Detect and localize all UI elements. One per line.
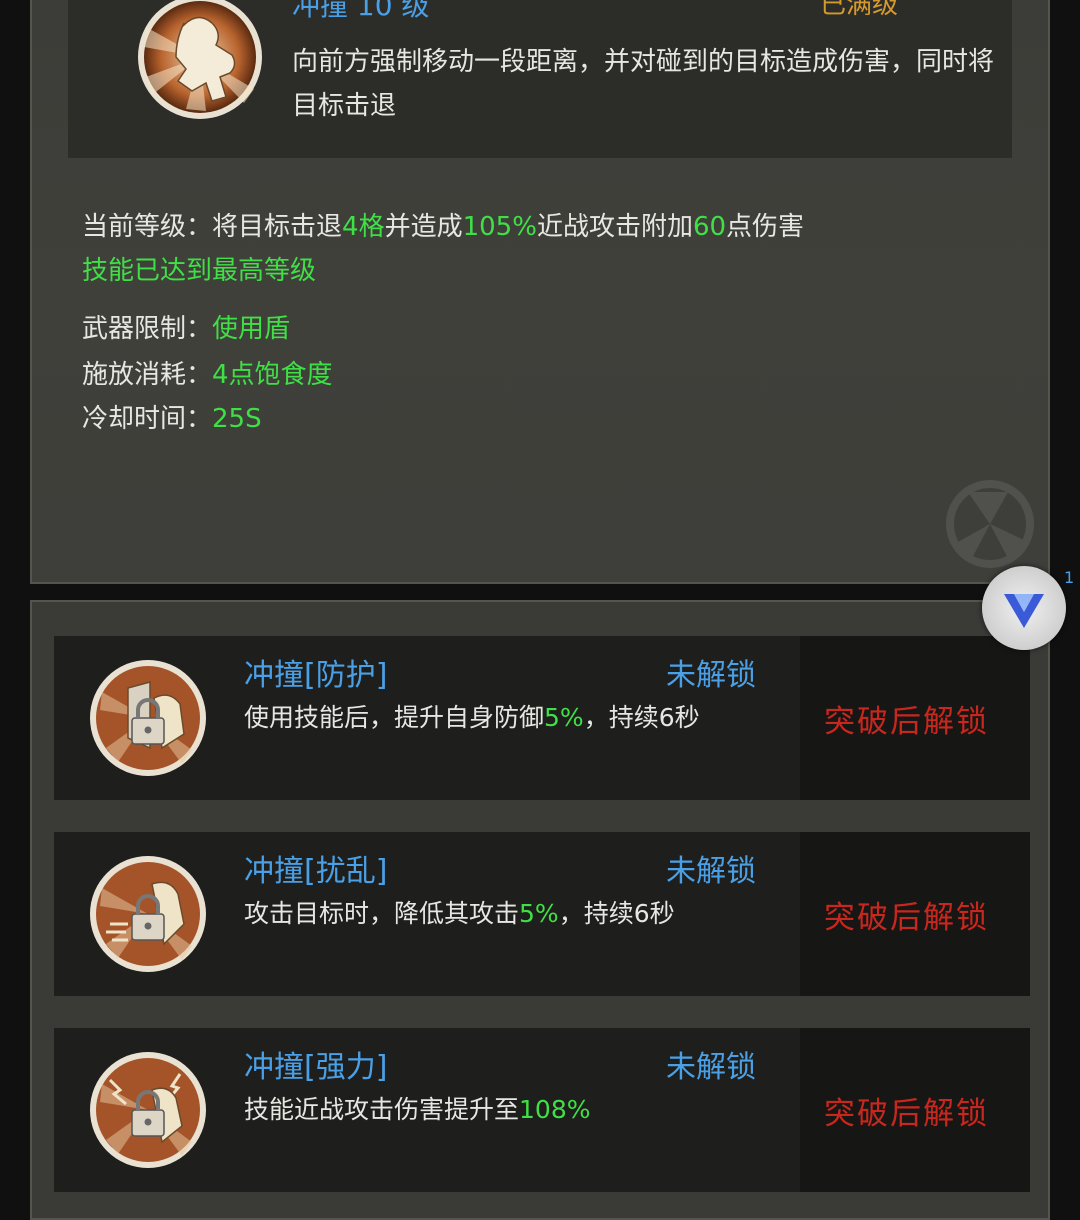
branch-row-power[interactable]: 冲撞[强力] 未解锁 技能近战攻击伤害提升至108% 突破后解锁: [54, 1028, 1030, 1192]
branch-desc-value: 5%: [519, 899, 559, 928]
branch-lock-cell: 突破后解锁: [800, 832, 1030, 996]
branch-status: 未解锁: [666, 854, 756, 889]
branch-desc-text: 技能近战攻击伤害提升至: [244, 1095, 520, 1124]
branch-desc-text: 使用技能后，提升自身防御: [244, 703, 545, 732]
branch-list-panel: 冲撞[防护] 未解锁 使用技能后，提升自身防御5%，持续6秒 突破后解锁 冲撞[…: [30, 600, 1050, 1220]
cooldown: 冷却时间：25S: [82, 398, 262, 435]
current-level-line: 当前等级：将目标击退4格并造成105%近战攻击附加60点伤害: [82, 206, 804, 243]
watermark-emblem-icon: [946, 480, 1034, 568]
current-text-4: 点伤害: [726, 212, 805, 242]
branch-desc-value: 5%: [544, 703, 584, 732]
stat-label: 冷却时间：: [82, 404, 213, 434]
power-lock-icon: [90, 1052, 206, 1168]
floating-badge: 1: [1064, 568, 1075, 587]
floating-assistant-button[interactable]: [982, 566, 1066, 650]
current-text-2: 并造成: [384, 212, 463, 242]
branch-lock-cell: 突破后解锁: [800, 1028, 1030, 1192]
unlock-requirement: 突破后解锁: [824, 704, 989, 740]
skill-level-status: 已满级: [820, 0, 899, 20]
branch-desc-text: ，持续6秒: [558, 899, 675, 928]
branch-description: 使用技能后，提升自身防御5%，持续6秒: [244, 698, 700, 734]
branch-description: 技能近战攻击伤害提升至108%: [244, 1090, 591, 1126]
bonus-damage-value: 60: [692, 212, 727, 242]
stat-value: 25S: [212, 404, 262, 434]
branch-desc-text: ，持续6秒: [583, 703, 700, 732]
branch-name: 冲撞[防护]: [244, 658, 388, 693]
branch-lock-cell: 突破后解锁: [800, 636, 1030, 800]
branch-name: 冲撞[扰乱]: [244, 854, 388, 889]
v-logo-icon: [1004, 594, 1044, 628]
disrupt-lock-icon: [90, 856, 206, 972]
unlock-requirement: 突破后解锁: [824, 900, 989, 936]
cast-cost: 施放消耗：4点饱食度: [82, 354, 333, 391]
branch-desc-value: 108%: [519, 1095, 591, 1124]
skill-description: 向前方强制移动一段距离，并对碰到的目标造成伤害，同时将目标击退: [292, 47, 995, 121]
knockback-grid-value: 4格: [342, 212, 385, 242]
stat-label: 武器限制：: [82, 314, 213, 344]
shield-lock-icon: [90, 660, 206, 776]
branch-status: 未解锁: [666, 658, 756, 693]
charge-skill-icon: [138, 0, 262, 119]
stat-value: 使用盾: [212, 314, 291, 344]
current-text-3: 近战攻击附加: [536, 212, 693, 242]
skill-title: 冲撞 10 级: [292, 0, 430, 22]
branch-description: 攻击目标时，降低其攻击5%，持续6秒: [244, 894, 675, 930]
stat-label: 施放消耗：: [82, 360, 213, 390]
max-level-note: 技能已达到最高等级: [82, 256, 317, 286]
skill-detail-panel: 冲撞 10 级 已满级 向前方强制移动一段距离，并对碰到的目标造成伤害，同时将目…: [30, 0, 1050, 584]
stat-value: 4点饱食度: [212, 360, 333, 390]
branch-desc-text: 攻击目标时，降低其攻击: [244, 899, 520, 928]
unlock-requirement: 突破后解锁: [824, 1096, 989, 1132]
branch-status: 未解锁: [666, 1050, 756, 1085]
current-text-1: 将目标击退: [212, 212, 343, 242]
weapon-restriction: 武器限制：使用盾: [82, 308, 290, 345]
branch-name: 冲撞[强力]: [244, 1050, 388, 1085]
branch-row-disrupt[interactable]: 冲撞[扰乱] 未解锁 攻击目标时，降低其攻击5%，持续6秒 突破后解锁: [54, 832, 1030, 996]
branch-row-protect[interactable]: 冲撞[防护] 未解锁 使用技能后，提升自身防御5%，持续6秒 突破后解锁: [54, 636, 1030, 800]
damage-percent-value: 105%: [462, 212, 537, 242]
current-level-label: 当前等级：: [82, 212, 213, 242]
skill-header: 冲撞 10 级 已满级 向前方强制移动一段距离，并对碰到的目标造成伤害，同时将目…: [68, 0, 1012, 158]
